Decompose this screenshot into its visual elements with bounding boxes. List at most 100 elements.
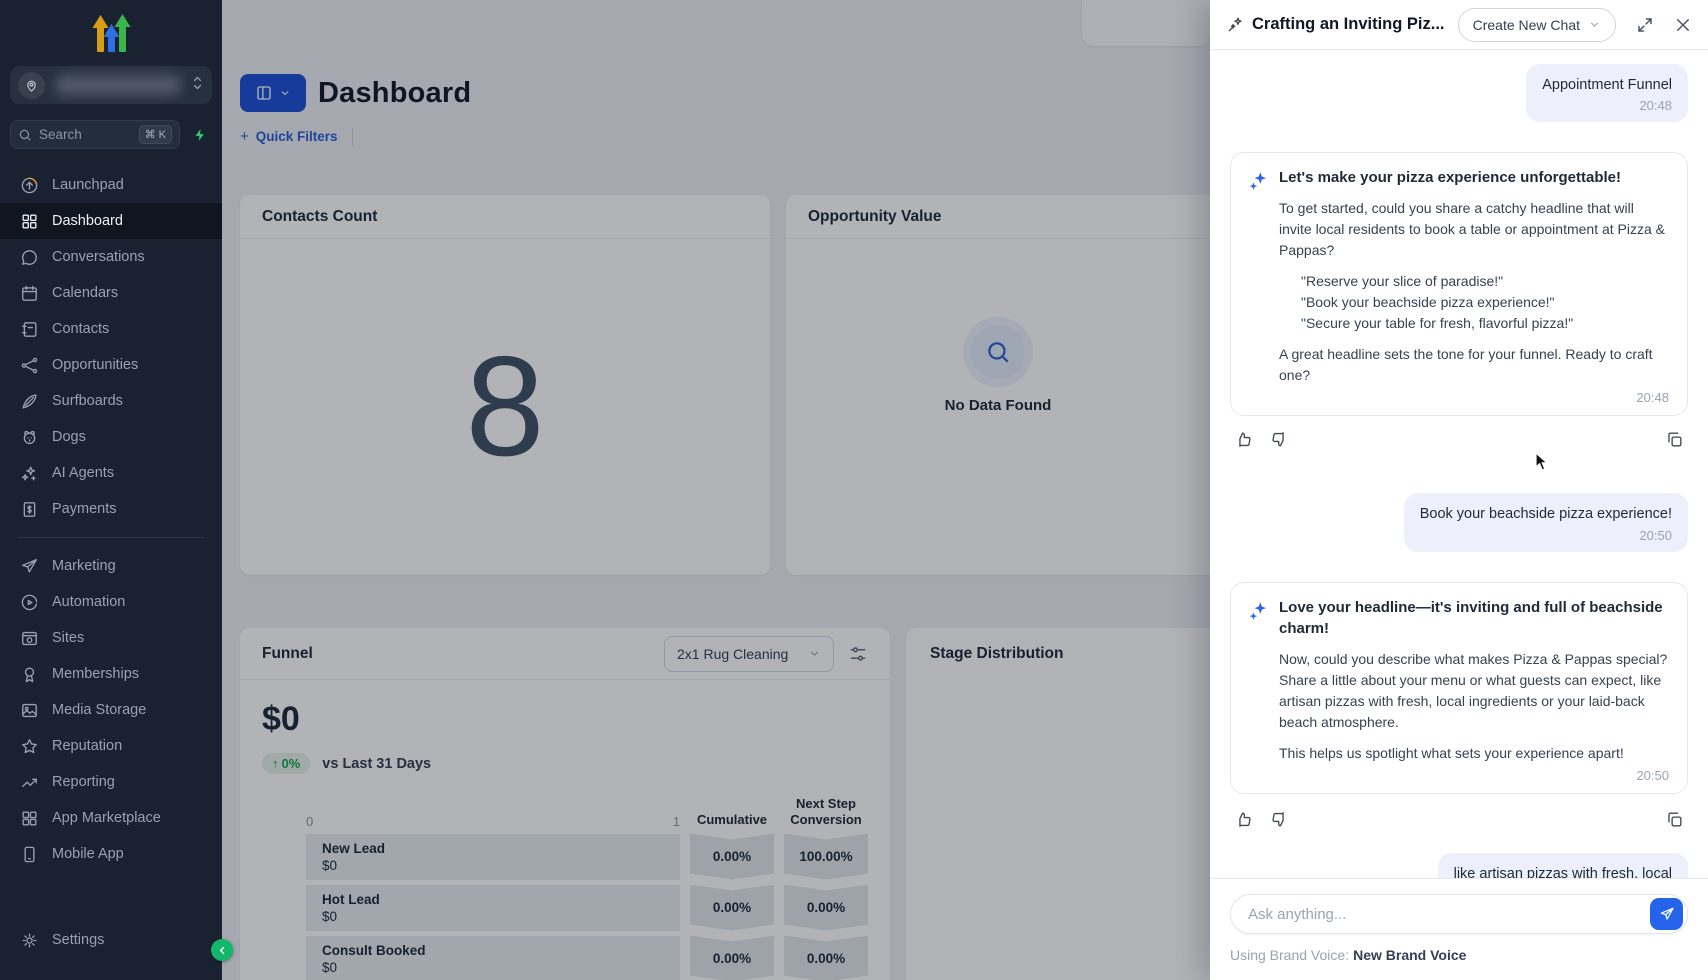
search-input[interactable]: Search ⌘ K bbox=[10, 120, 180, 149]
arrow-up-icon: ↑ bbox=[272, 756, 279, 771]
dashboard-icon bbox=[20, 212, 39, 231]
thumbs-up-icon[interactable] bbox=[1234, 810, 1253, 829]
sidebar-item-reputation[interactable]: Reputation bbox=[0, 728, 222, 764]
funnel-row: New Lead $0 0.00% 100.00% bbox=[262, 833, 868, 880]
sidebar-item-surfboards[interactable]: Surfboards bbox=[0, 383, 222, 419]
pipeline-selected-value: 2x1 Rug Cleaning bbox=[677, 645, 789, 662]
thumbs-up-icon[interactable] bbox=[1234, 430, 1253, 449]
sidebar-item-calendars[interactable]: Calendars bbox=[0, 275, 222, 311]
stage-name: Consult Booked bbox=[322, 942, 426, 958]
paper-plane-icon bbox=[1660, 907, 1674, 920]
chevron-down-icon bbox=[810, 651, 819, 656]
empty-state: No Data Found bbox=[878, 325, 1118, 414]
sidebar-item-app-marketplace[interactable]: App Marketplace bbox=[0, 800, 222, 836]
create-new-chat-button[interactable]: Create New Chat bbox=[1457, 7, 1616, 42]
headline-suggestion: "Reserve your slice of paradise!" bbox=[1301, 273, 1504, 290]
message-timestamp: 20:50 bbox=[1636, 767, 1669, 783]
layout-switcher-button[interactable] bbox=[240, 74, 306, 112]
sidebar-item-opportunities[interactable]: Opportunities bbox=[0, 347, 222, 383]
launchpad-icon bbox=[20, 176, 39, 195]
sidebar-item-conversations[interactable]: Conversations bbox=[0, 239, 222, 275]
ai-chat-panel: Crafting an Inviting Piz... Create New C… bbox=[1210, 0, 1708, 980]
sidebar-item-sites[interactable]: Sites bbox=[0, 620, 222, 656]
sites-icon bbox=[20, 629, 39, 648]
contacts-icon bbox=[20, 320, 39, 339]
star-icon bbox=[20, 737, 39, 756]
funnel-title: Funnel bbox=[262, 644, 313, 662]
stage-distribution-title: Stage Distribution bbox=[930, 645, 1064, 662]
funnel-row: Consult Booked $0 0.00% 0.00% bbox=[262, 935, 868, 980]
paper-plane-icon bbox=[20, 557, 39, 576]
sidebar-item-dogs[interactable]: Dogs bbox=[0, 419, 222, 455]
sidebar-item-launchpad[interactable]: Launchpad bbox=[0, 167, 222, 203]
account-name-redacted bbox=[55, 75, 181, 95]
sidebar-collapse-button[interactable] bbox=[211, 939, 233, 961]
grid-icon bbox=[20, 809, 39, 828]
account-switcher[interactable] bbox=[10, 66, 212, 104]
location-pin-icon bbox=[18, 71, 45, 99]
funnel-card: Funnel 2x1 Rug Cleaning $0 ↑ 0% vs Last … bbox=[240, 628, 890, 980]
gear-icon bbox=[20, 931, 39, 950]
automation-icon bbox=[20, 593, 39, 612]
opportunities-icon bbox=[20, 356, 39, 375]
sidebar-item-contacts[interactable]: Contacts bbox=[0, 311, 222, 347]
sidebar-item-mobile-app[interactable]: Mobile App bbox=[0, 836, 222, 872]
message-timestamp: 20:48 bbox=[1636, 390, 1669, 406]
ai-sparkle-icon bbox=[1247, 170, 1269, 192]
chat-title: Crafting an Inviting Piz... bbox=[1252, 15, 1445, 33]
plus-icon: + bbox=[240, 128, 249, 145]
next-step-cell: 0.00% bbox=[784, 884, 868, 931]
copy-icon[interactable] bbox=[1665, 430, 1684, 449]
sidebar-item-settings[interactable]: Settings bbox=[0, 922, 222, 958]
trend-icon bbox=[20, 773, 39, 792]
sidebar-item-automation[interactable]: Automation bbox=[0, 584, 222, 620]
sidebar-item-dashboard[interactable]: Dashboard bbox=[0, 203, 222, 239]
user-message-bubble: Book your beachside pizza experience! 20… bbox=[1403, 493, 1688, 552]
send-button[interactable] bbox=[1650, 898, 1683, 930]
quick-actions-bolt-icon[interactable] bbox=[188, 122, 212, 148]
brand-voice-value: New Brand Voice bbox=[1353, 947, 1467, 963]
phone-icon bbox=[20, 845, 39, 864]
ai-sparkle-icon bbox=[1247, 600, 1269, 622]
pipeline-select[interactable]: 2x1 Rug Cleaning bbox=[664, 635, 834, 672]
sidebar-item-media-storage[interactable]: Media Storage bbox=[0, 692, 222, 728]
message-timestamp: 20:50 bbox=[1639, 527, 1672, 543]
message-actions bbox=[1230, 810, 1688, 829]
calendar-icon bbox=[20, 284, 39, 303]
chat-input-section: Using Brand Voice:New Brand Voice bbox=[1210, 878, 1708, 980]
copy-icon[interactable] bbox=[1665, 810, 1684, 829]
search-icon bbox=[19, 129, 31, 141]
expand-panel-icon[interactable] bbox=[1636, 16, 1654, 34]
funnel-row: Hot Lead $0 0.00% 0.00% bbox=[262, 884, 868, 931]
chevron-down-icon bbox=[281, 91, 289, 96]
contacts-count-value: 8 bbox=[465, 327, 545, 486]
chevron-updown-icon bbox=[191, 75, 204, 96]
stage-name: New Lead bbox=[322, 840, 386, 856]
funnel-settings-icon[interactable] bbox=[848, 644, 868, 664]
layout-icon bbox=[257, 86, 271, 100]
sidebar-item-ai-agents[interactable]: AI Agents bbox=[0, 455, 222, 491]
search-empty-icon bbox=[988, 342, 1009, 363]
chat-input[interactable] bbox=[1230, 894, 1688, 934]
chevron-down-icon bbox=[1590, 22, 1599, 27]
sidebar-item-reporting[interactable]: Reporting bbox=[0, 764, 222, 800]
stage-value: $0 bbox=[322, 908, 338, 924]
surfboard-icon bbox=[20, 392, 39, 411]
cumulative-column-header: Cumulative bbox=[696, 812, 768, 828]
dog-icon bbox=[20, 428, 39, 447]
sidebar-item-payments[interactable]: Payments bbox=[0, 491, 222, 527]
sidebar-item-memberships[interactable]: Memberships bbox=[0, 656, 222, 692]
thumbs-down-icon[interactable] bbox=[1270, 430, 1289, 449]
message-timestamp: 20:48 bbox=[1639, 98, 1672, 114]
user-message-bubble: Appointment Funnel 20:48 bbox=[1526, 64, 1688, 123]
thumbs-down-icon[interactable] bbox=[1270, 810, 1289, 829]
sidebar-item-marketing[interactable]: Marketing bbox=[0, 548, 222, 584]
contacts-count-card: Contacts Count 8 bbox=[240, 195, 770, 575]
quick-filters-button[interactable]: + Quick Filters bbox=[240, 128, 338, 145]
chat-message-list[interactable]: Appointment Funnel 20:48 Let's make your… bbox=[1210, 50, 1708, 878]
search-placeholder: Search bbox=[39, 127, 82, 142]
cumulative-cell: 0.00% bbox=[690, 833, 774, 880]
delta-caption: vs Last 31 Days bbox=[322, 755, 432, 772]
close-panel-icon[interactable] bbox=[1674, 16, 1692, 34]
sparkles-icon bbox=[20, 464, 39, 483]
